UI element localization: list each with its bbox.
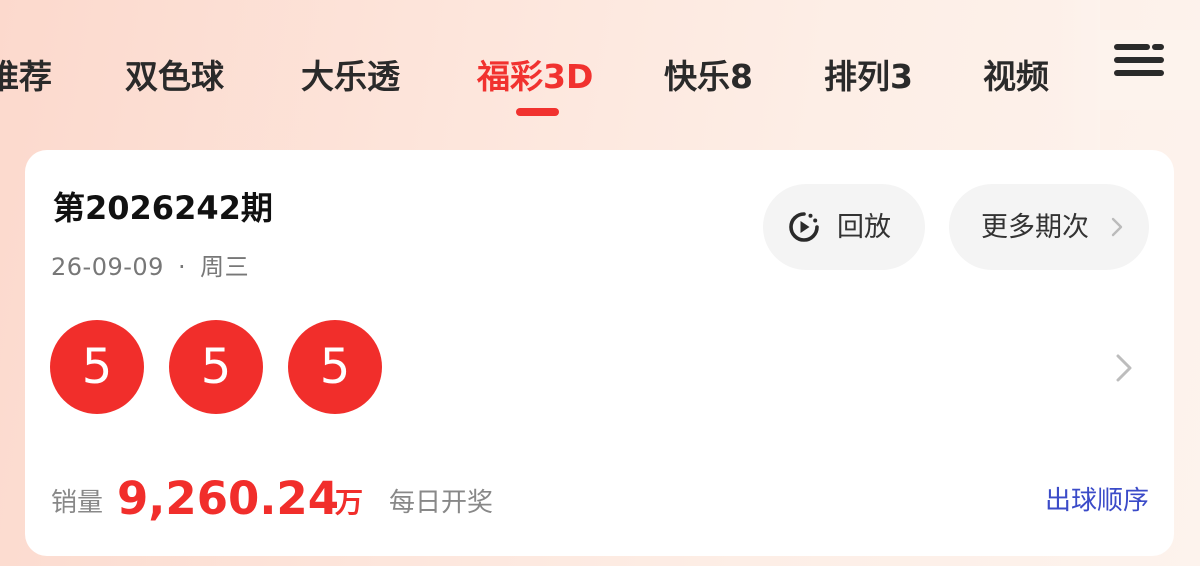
draw-frequency: 每日开奖 — [389, 488, 494, 518]
tab-happy-8[interactable]: 快乐8 — [664, 53, 753, 101]
tab-recommend[interactable]: 推荐 — [0, 53, 52, 101]
draw-weekday: 周三 — [200, 253, 250, 281]
draw-ball-3: 5 — [288, 320, 382, 414]
sales-label: 销量 — [51, 488, 104, 518]
tab-video[interactable]: 视频 — [983, 53, 1049, 101]
ball-order-link[interactable]: 出球顺序 — [1045, 484, 1149, 518]
active-tab-indicator — [516, 108, 559, 116]
tab-pailie-3[interactable]: 排列3 — [824, 53, 913, 101]
replay-button[interactable]: 回放 — [763, 184, 925, 270]
more-issues-label: 更多期次 — [981, 212, 1089, 243]
tab-super-lotto[interactable]: 大乐透 — [301, 53, 400, 101]
date-separator: · — [177, 253, 187, 281]
sales-value: 9,260.24 — [117, 472, 340, 525]
more-issues-button[interactable]: 更多期次 — [949, 184, 1149, 270]
hamburger-menu-button[interactable] — [1100, 30, 1200, 110]
chevron-right-icon — [1111, 217, 1123, 237]
replay-label: 回放 — [837, 212, 891, 243]
draw-date: 26-09-09 — [51, 253, 164, 281]
draw-result-card: 第2026242期 26-09-09 · 周三 回放 更多期次 5 5 5 销量 9… — [25, 150, 1174, 556]
result-detail-chevron-icon[interactable] — [1111, 352, 1137, 384]
draw-ball-1: 5 — [50, 320, 144, 414]
issue-number: 第2026242期 — [53, 189, 273, 227]
draw-ball-2: 5 — [169, 320, 263, 414]
tab-double-color-ball[interactable]: 双色球 — [125, 53, 224, 101]
tab-fade-overlay — [1060, 0, 1100, 150]
sales-unit: 万 — [335, 486, 364, 519]
draw-date-line: 26-09-09 · 周三 — [51, 250, 249, 284]
tab-fucai-3d[interactable]: 福彩3D — [477, 53, 593, 101]
replay-icon — [789, 212, 819, 242]
lottery-tab-bar: 推荐 双色球 大乐透 福彩3D 快乐8 排列3 视频 — [0, 0, 1200, 150]
